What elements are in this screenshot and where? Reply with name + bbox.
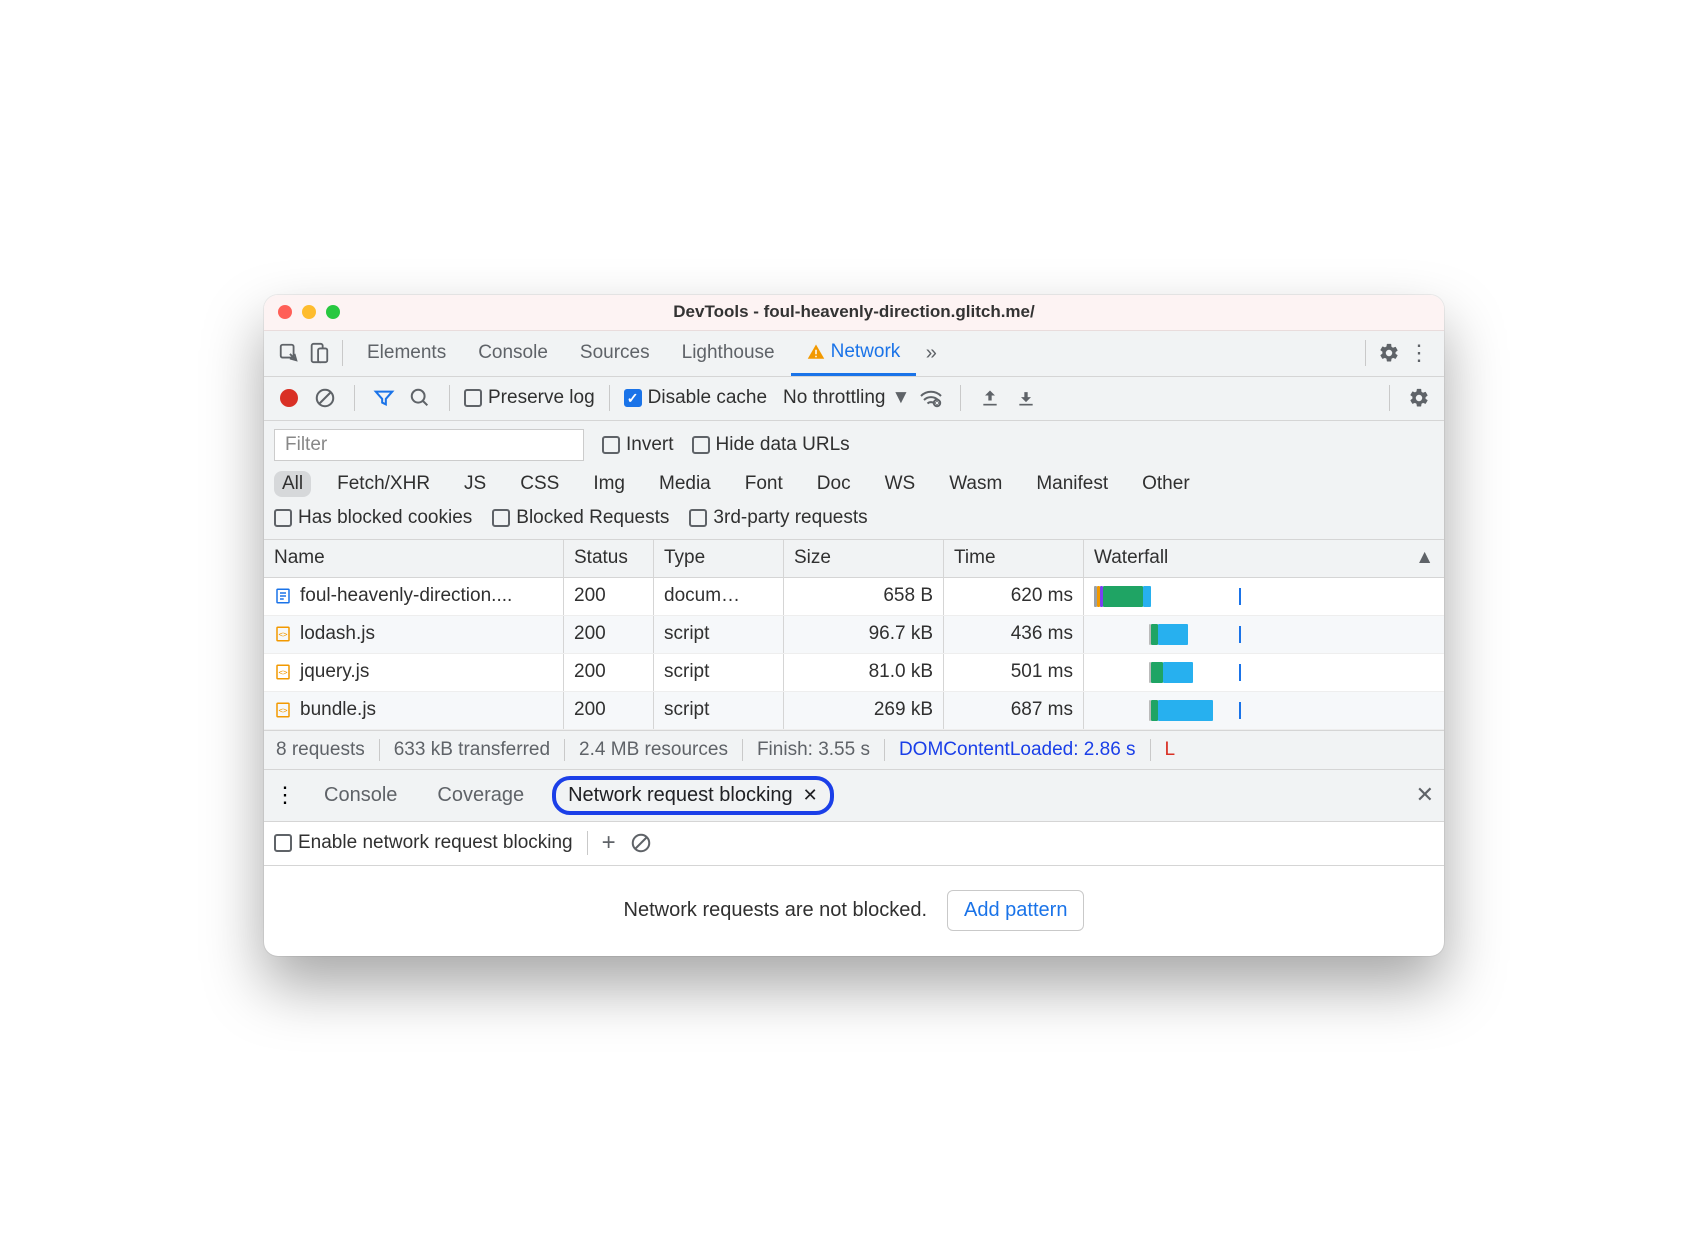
waterfall-cell [1084,654,1444,691]
devtools-window: DevTools - foul-heavenly-direction.glitc… [264,295,1444,956]
filter-icon[interactable] [369,383,399,413]
sort-asc-icon: ▲ [1415,547,1434,569]
blocked-cookies-checkbox[interactable]: Has blocked cookies [274,507,472,529]
summary-dcl: DOMContentLoaded: 2.86 s [885,739,1151,761]
device-toolbar-icon[interactable] [304,338,334,368]
network-conditions-icon[interactable] [916,383,946,413]
drawer-tab-console[interactable]: Console [312,778,409,813]
waterfall-cell [1084,616,1444,653]
clear-icon[interactable] [310,383,340,413]
enable-blocking-checkbox[interactable]: Enable network request blocking [274,832,573,854]
summary-transferred: 633 kB transferred [380,739,565,761]
blocking-empty-state: Network requests are not blocked. Add pa… [264,866,1444,956]
drawer-tabs: ⋮ Console Coverage Network request blockin… [264,770,1444,822]
network-table-header: Name Status Type Size Time Waterfall▲ [264,540,1444,578]
summary-resources: 2.4 MB resources [565,739,743,761]
filter-input[interactable]: Filter [274,429,584,461]
network-table-body: foul-heavenly-direction....200docum…658 … [264,578,1444,730]
download-har-icon[interactable] [1011,383,1041,413]
blocking-toolbar: Enable network request blocking + [264,822,1444,866]
column-time[interactable]: Time [944,540,1084,577]
filter-types: All Fetch/XHR JS CSS Img Media Font Doc WS Wasm Ma… [274,471,1434,497]
summary-requests: 8 requests [276,739,380,761]
search-icon[interactable] [405,383,435,413]
drawer-kebab-icon[interactable]: ⋮ [274,782,296,808]
upload-har-icon[interactable] [975,383,1005,413]
blocking-empty-text: Network requests are not blocked. [624,899,928,922]
svg-text:<>: <> [278,668,288,677]
filter-type-css[interactable]: CSS [512,471,567,497]
filter-type-doc[interactable]: Doc [809,471,859,497]
summary-finish: Finish: 3.55 s [743,739,885,761]
column-name[interactable]: Name [264,540,564,577]
settings-icon[interactable] [1374,338,1404,368]
filter-type-fetchxhr[interactable]: Fetch/XHR [329,471,438,497]
filter-type-media[interactable]: Media [651,471,719,497]
disable-cache-checkbox[interactable]: Disable cache [624,387,767,409]
add-pattern-icon[interactable]: + [602,829,616,857]
column-status[interactable]: Status [564,540,654,577]
column-type[interactable]: Type [654,540,784,577]
column-size[interactable]: Size [784,540,944,577]
table-row[interactable]: <>jquery.js200script81.0 kB501 ms [264,654,1444,692]
tab-elements[interactable]: Elements [351,331,462,376]
blocked-requests-checkbox[interactable]: Blocked Requests [492,507,669,529]
kebab-menu-icon[interactable]: ⋮ [1404,338,1434,368]
panel-settings-icon[interactable] [1404,383,1434,413]
tab-console[interactable]: Console [462,331,564,376]
third-party-checkbox[interactable]: 3rd-party requests [689,507,867,529]
table-row[interactable]: <>lodash.js200script96.7 kB436 ms [264,616,1444,654]
hide-data-urls-checkbox[interactable]: Hide data URLs [692,434,850,456]
network-summary: 8 requests 633 kB transferred 2.4 MB res… [264,730,1444,770]
filter-type-manifest[interactable]: Manifest [1028,471,1116,497]
preserve-log-label: Preserve log [488,387,595,409]
filter-type-img[interactable]: Img [585,471,633,497]
inspect-element-icon[interactable] [274,338,304,368]
waterfall-cell [1084,692,1444,729]
remove-all-icon[interactable] [630,832,652,854]
filter-type-other[interactable]: Other [1134,471,1198,497]
add-pattern-button[interactable]: Add pattern [947,890,1084,931]
titlebar: DevTools - foul-heavenly-direction.glitc… [264,295,1444,331]
network-toolbar: Preserve log Disable cache No throttling… [264,377,1444,421]
column-waterfall[interactable]: Waterfall▲ [1084,540,1444,577]
filter-type-ws[interactable]: WS [877,471,924,497]
preserve-log-checkbox[interactable]: Preserve log [464,387,595,409]
more-tabs-icon[interactable]: » [916,338,946,368]
filter-type-js[interactable]: JS [456,471,494,497]
throttling-select[interactable]: No throttling ▼ [783,387,910,409]
warning-icon [807,343,825,361]
window-title: DevTools - foul-heavenly-direction.glitc… [264,302,1444,322]
tab-sources[interactable]: Sources [564,331,666,376]
tab-lighthouse[interactable]: Lighthouse [666,331,791,376]
filter-type-font[interactable]: Font [737,471,791,497]
summary-load: L [1151,739,1176,761]
close-tab-icon[interactable]: ✕ [803,785,818,806]
tab-network[interactable]: Network [791,331,917,376]
table-row[interactable]: foul-heavenly-direction....200docum…658 … [264,578,1444,616]
drawer-tab-network-request-blocking[interactable]: Network request blocking✕ [552,776,834,815]
main-tabs: ElementsConsoleSourcesLighthouseNetwork … [264,331,1444,377]
filter-type-wasm[interactable]: Wasm [941,471,1010,497]
disable-cache-label: Disable cache [648,387,767,409]
drawer-tab-coverage[interactable]: Coverage [425,778,536,813]
waterfall-cell [1084,578,1444,615]
record-button[interactable] [274,383,304,413]
close-drawer-icon[interactable]: ✕ [1416,782,1434,808]
svg-text:<>: <> [278,630,288,639]
table-row[interactable]: <>bundle.js200script269 kB687 ms [264,692,1444,730]
throttling-value: No throttling [783,387,885,409]
invert-checkbox[interactable]: Invert [602,434,674,456]
svg-text:<>: <> [278,706,288,715]
chevron-down-icon: ▼ [891,387,910,409]
filter-bar: Filter Invert Hide data URLs All Fetch/XH… [264,421,1444,540]
filter-type-all[interactable]: All [274,471,311,497]
